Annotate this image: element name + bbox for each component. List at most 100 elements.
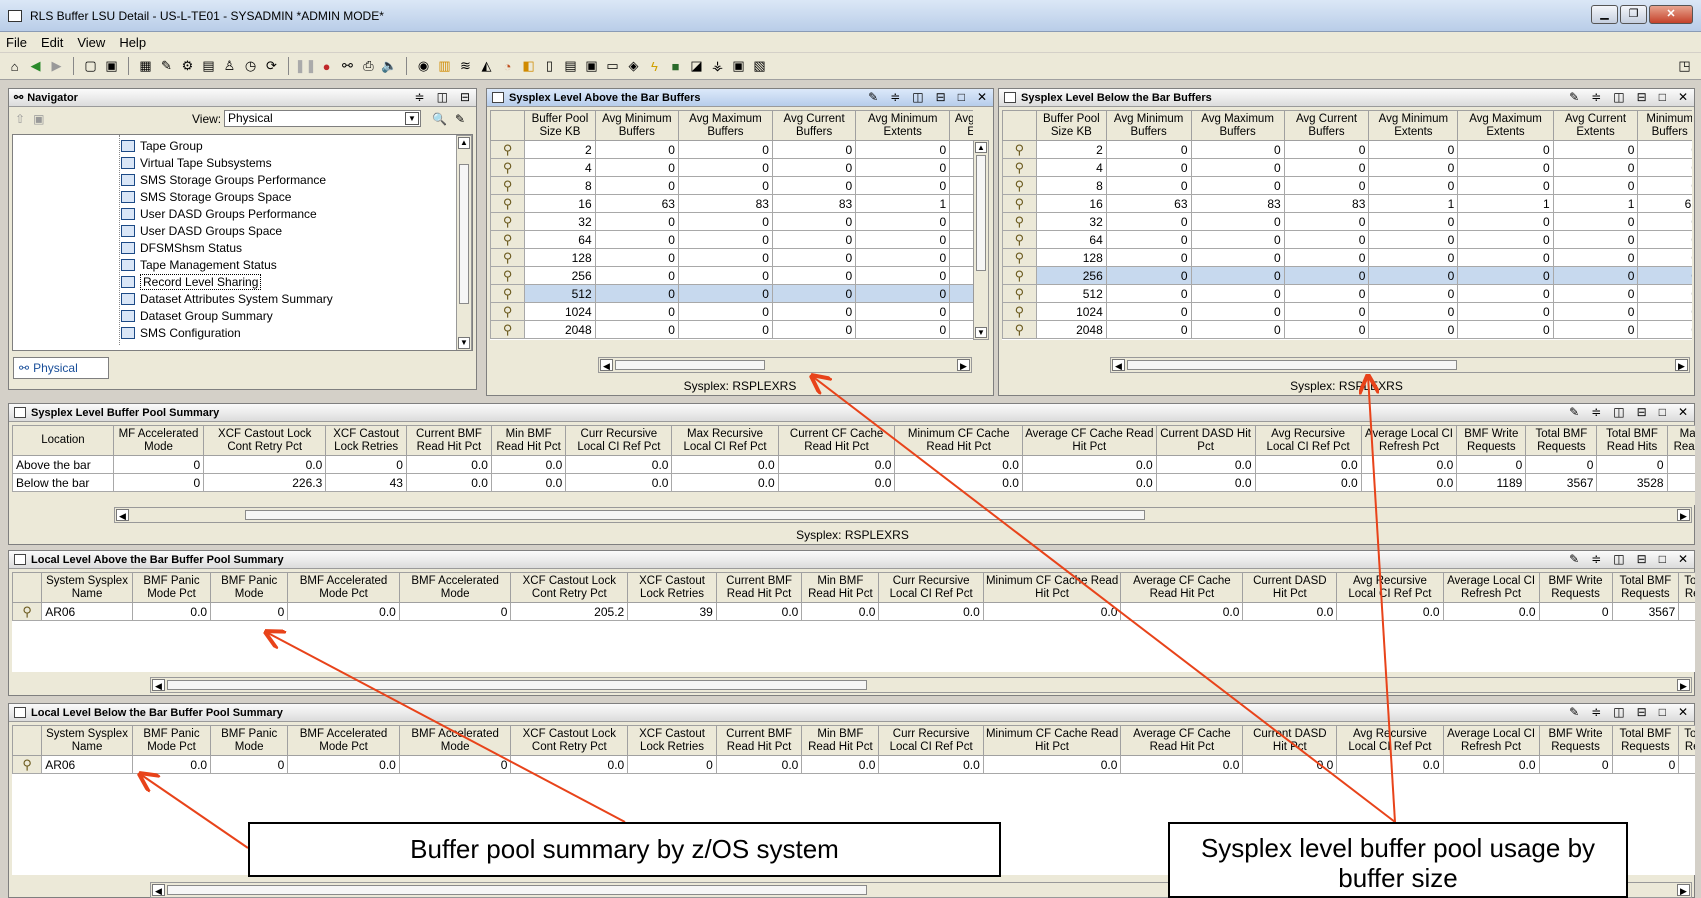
lightning-icon[interactable]: ϟ bbox=[646, 58, 663, 75]
column-header[interactable]: Average Local CI Refresh Pct bbox=[1360, 425, 1458, 456]
link-icon[interactable]: ⚲ bbox=[1002, 266, 1037, 285]
table-row[interactable]: ⚲ 8 0 0 0 0 bbox=[490, 176, 973, 195]
split-vertical-icon[interactable]: ◫ bbox=[912, 90, 923, 104]
table-row[interactable]: ⚲ 64 0 0 0 0 bbox=[490, 230, 973, 249]
column-header[interactable]: Avg Current Extents bbox=[1552, 110, 1639, 141]
column-header[interactable]: Min BMF Read Hit Pct bbox=[801, 572, 880, 603]
maximize-view-icon[interactable]: □ bbox=[1659, 90, 1666, 104]
pool-hscroll[interactable]: ◀ ▶ bbox=[114, 507, 1692, 523]
scroll-left-icon[interactable]: ◀ bbox=[152, 679, 165, 691]
split-horizontal-icon[interactable]: ⊟ bbox=[1637, 552, 1647, 566]
column-header[interactable]: Current CF Cache Read Hit Pct bbox=[777, 425, 896, 456]
table-row[interactable]: ⚲1663838311163 bbox=[1002, 194, 1692, 213]
column-header[interactable]: Avg Maximum Buffers bbox=[1190, 110, 1285, 141]
close-view-icon[interactable]: ✕ bbox=[1678, 90, 1688, 104]
workspace-icon[interactable]: ▦ bbox=[137, 58, 154, 75]
link-icon[interactable]: ⚲ bbox=[1002, 158, 1037, 177]
table-row[interactable]: ⚲ 16 63 83 83 1 bbox=[490, 194, 973, 213]
column-header[interactable]: XCF Castout Lock Cont Retry Pct bbox=[510, 572, 629, 603]
area-chart-icon[interactable]: ◭ bbox=[478, 58, 495, 75]
panel-icon[interactable]: ▧ bbox=[751, 58, 768, 75]
scroll-left-icon[interactable]: ◀ bbox=[116, 509, 129, 521]
table-row[interactable]: Below the bar 0 226.3 43 0.0 0.0 0.0 0.0 0.0 0.0 0… bbox=[12, 473, 1695, 492]
gauge-icon[interactable]: ◧ bbox=[520, 58, 537, 75]
menu-file[interactable]: File bbox=[6, 35, 27, 50]
column-header[interactable]: Total BMF Requests bbox=[1611, 725, 1680, 756]
link-icon[interactable]: ⚲ bbox=[490, 230, 526, 249]
column-header[interactable]: BMF Accelerated Mode bbox=[398, 725, 512, 756]
sort-icon[interactable]: ≑ bbox=[1591, 552, 1601, 566]
edit-icon[interactable]: ✎ bbox=[1569, 705, 1579, 719]
tree-item[interactable]: Dataset Attributes System Summary bbox=[121, 290, 461, 307]
column-header[interactable]: BMF Panic Mode Pct bbox=[131, 572, 212, 603]
scroll-right-icon[interactable]: ▶ bbox=[1677, 884, 1690, 896]
link-icon[interactable]: ⚲ bbox=[490, 284, 526, 303]
column-header[interactable]: Total BMF Read Hits bbox=[1596, 425, 1668, 456]
table-icon[interactable]: ▤ bbox=[562, 58, 579, 75]
column-header[interactable]: Total BMF Read Hits bbox=[1678, 725, 1695, 756]
column-header[interactable]: Avg Minimum Buffers bbox=[1105, 110, 1192, 141]
situation-icon[interactable]: ◉ bbox=[415, 58, 432, 75]
bar-chart-icon[interactable]: ▥ bbox=[436, 58, 453, 75]
column-header[interactable]: XCF Castout Lock Cont Retry Pct bbox=[510, 725, 629, 756]
menu-edit[interactable]: Edit bbox=[41, 35, 63, 50]
column-header[interactable]: Minimum Buffers bbox=[1637, 110, 1692, 141]
scroll-down-icon[interactable]: ▼ bbox=[975, 327, 987, 338]
column-header[interactable]: Max Recursive Local CI Ref Pct bbox=[671, 425, 779, 456]
column-header[interactable]: XCF Castout Lock Retries bbox=[627, 572, 717, 603]
scroll-left-icon[interactable]: ◀ bbox=[600, 359, 613, 371]
find-icon[interactable]: 🔍 bbox=[432, 112, 447, 126]
column-header[interactable]: Avg Current Buffers bbox=[771, 110, 857, 141]
column-header[interactable]: Minimum CF Cache Read Hit Pct bbox=[894, 425, 1023, 456]
close-view-icon[interactable]: ✕ bbox=[1678, 405, 1688, 419]
pause-icon[interactable]: ❚❚ bbox=[295, 58, 317, 75]
column-header[interactable]: Current BMF Read Hit Pct bbox=[715, 725, 803, 756]
scroll-left-icon[interactable]: ◀ bbox=[1112, 359, 1125, 371]
link-icon[interactable]: ⚲ bbox=[490, 158, 526, 177]
sort-icon[interactable]: ≑ bbox=[890, 90, 900, 104]
column-header[interactable]: BMF Write Requests bbox=[1538, 572, 1613, 603]
column-header[interactable]: Average CF Cache Read Hit Pct bbox=[1120, 725, 1244, 756]
link-icon[interactable]: ⚲ bbox=[1002, 284, 1037, 303]
column-header[interactable]: Current DASD Hit Pct bbox=[1242, 572, 1338, 603]
link-icon[interactable]: ⚲ bbox=[1002, 248, 1037, 267]
event-icon[interactable]: ◈ bbox=[625, 58, 642, 75]
edit-icon[interactable]: ✎ bbox=[158, 58, 175, 75]
tree-item[interactable]: Tape Group bbox=[121, 137, 461, 154]
tree-item[interactable]: Dataset Group Summary bbox=[121, 307, 461, 324]
column-header[interactable]: BMF Panic Mode bbox=[210, 725, 289, 756]
split-vertical-icon[interactable]: ◫ bbox=[1613, 705, 1624, 719]
sound-icon[interactable]: 🔈 bbox=[381, 58, 398, 75]
column-header[interactable]: Avg Current Buffers bbox=[1283, 110, 1370, 141]
tree-item[interactable]: Virtual Tape Subsystems bbox=[121, 154, 461, 171]
print-icon[interactable]: ⎙ bbox=[360, 58, 377, 75]
column-header[interactable]: Average Local CI Refresh Pct bbox=[1442, 572, 1540, 603]
link-icon[interactable]: ⚲ bbox=[12, 602, 43, 621]
minimize-button[interactable]: ▁ bbox=[1591, 5, 1618, 24]
column-header[interactable]: BMF Accelerated Mode bbox=[398, 572, 512, 603]
column-header[interactable]: System Sysplex Name bbox=[41, 725, 133, 756]
tree-item[interactable]: User DASD Groups Performance bbox=[121, 205, 461, 222]
column-header[interactable]: Avg Minimum Extents bbox=[855, 110, 951, 141]
link-icon[interactable]: ⚲ bbox=[1002, 302, 1037, 321]
column-header[interactable]: MF Accelerated Mode bbox=[112, 425, 205, 456]
close-button[interactable]: ✕ bbox=[1649, 5, 1693, 24]
dock-icon[interactable]: ◳ bbox=[1676, 58, 1693, 75]
column-header[interactable]: Average CF Cache Read Hit Pct bbox=[1120, 572, 1244, 603]
column-header[interactable]: Average Local CI Refresh Pct bbox=[1442, 725, 1540, 756]
link-icon[interactable]: ⚲ bbox=[12, 755, 43, 774]
link-icon[interactable]: ⚲ bbox=[1002, 230, 1037, 249]
close-view-icon[interactable]: ✕ bbox=[1678, 705, 1688, 719]
close-view-icon[interactable]: ✕ bbox=[1678, 552, 1688, 566]
link-icon[interactable]: ⚲ bbox=[490, 176, 526, 195]
new-icon[interactable]: ▢ bbox=[82, 58, 99, 75]
link-icon[interactable]: ⚲ bbox=[1002, 176, 1037, 195]
table-row[interactable]: ⚲ 32 0 0 0 0 bbox=[490, 212, 973, 231]
column-header[interactable]: Location bbox=[12, 425, 114, 456]
below-hscroll[interactable]: ◀ ▶ bbox=[1110, 357, 1690, 373]
scroll-right-icon[interactable]: ▶ bbox=[957, 359, 970, 371]
settings-icon[interactable]: ⚙ bbox=[179, 58, 196, 75]
table-row[interactable]: ⚲1280000000 bbox=[1002, 248, 1692, 267]
topology-icon[interactable]: ⚶ bbox=[709, 58, 726, 75]
table-row[interactable]: ⚲320000000 bbox=[1002, 212, 1692, 231]
